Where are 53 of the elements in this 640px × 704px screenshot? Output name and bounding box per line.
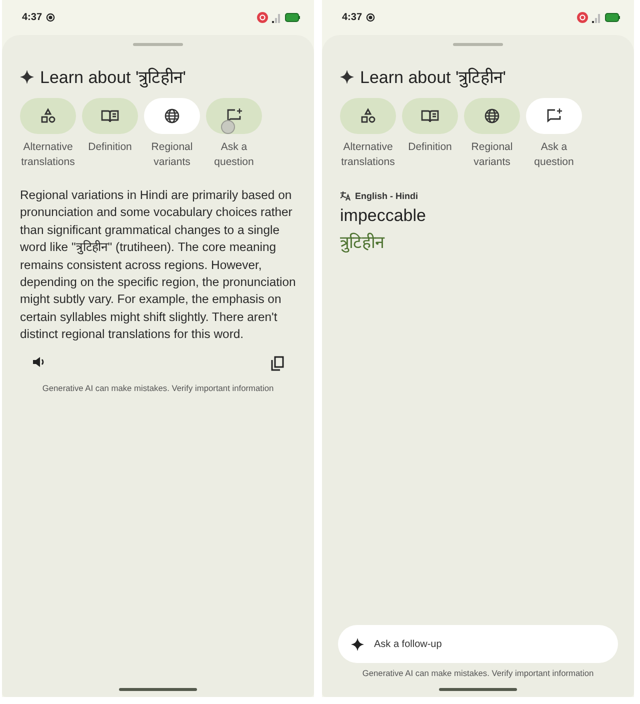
option-chip[interactable] (82, 98, 138, 134)
chip-label: Alternative translations (340, 140, 396, 170)
sparkle-icon (20, 70, 34, 84)
record-icon (366, 13, 376, 22)
status-time: 4:37 (342, 12, 362, 23)
source-word: impeccable (340, 206, 427, 226)
option-chip[interactable] (206, 98, 262, 134)
follow-up-field[interactable]: Ask a follow-up (338, 625, 618, 663)
navigation-bar-handle[interactable] (119, 688, 197, 691)
globe-icon (164, 108, 180, 124)
chip-label: Ask a question (213, 140, 255, 170)
book-icon (101, 109, 119, 123)
language-pair: English - Hindi (355, 191, 418, 201)
translated-word: त्रुटिहीन (340, 232, 386, 253)
copy-icon[interactable] (271, 356, 284, 371)
sparkle-icon (340, 70, 354, 84)
option-chip[interactable] (464, 98, 520, 134)
shapes-icon (360, 108, 376, 124)
option-chip[interactable] (340, 98, 396, 134)
status-time: 4:37 (22, 12, 42, 23)
book-icon (421, 109, 439, 123)
recording-icon (577, 12, 588, 23)
chip-label: Ask a question (533, 140, 575, 170)
drag-handle[interactable] (133, 43, 183, 46)
chat-icon (546, 108, 562, 124)
speaker-icon[interactable] (32, 356, 46, 368)
shapes-icon (40, 108, 56, 124)
sheet-title: Learn about 'त्रुटिहीन' (360, 66, 506, 88)
disclaimer-text: Generative AI can make mistakes. Verify important information (41, 382, 275, 393)
option-chip[interactable] (402, 98, 458, 134)
signal-icon (272, 12, 281, 22)
chip-label: Definition (407, 140, 453, 155)
answer-text: Regional variations in Hindi are primarily based on pronunciation and some vocabulary choices rather than significant grammatical changes to a single word like "त्रुटिहीन" (trutiheen). The core meaning remains consistent across regions. However, depending on the specific region, the pronunciation might subtly vary. For example, the emphasis on certain syllables might shift slightly. There aren't distinct regional translations for this word. (20, 187, 296, 344)
battery-icon (285, 13, 300, 22)
chip-label: Regional variants (150, 140, 194, 170)
chip-label: Definition (87, 140, 133, 155)
drag-handle[interactable] (453, 43, 503, 46)
option-chip[interactable] (526, 98, 582, 134)
recording-icon (257, 12, 268, 23)
signal-icon (592, 12, 601, 22)
touch-indicator (221, 120, 235, 134)
translate-icon (340, 191, 351, 201)
sheet-title: Learn about 'त्रुटिहीन' (40, 66, 186, 88)
battery-icon (605, 13, 620, 22)
chip-label: Alternative translations (20, 140, 76, 170)
sparkle-icon (351, 638, 364, 651)
option-chip[interactable] (20, 98, 76, 134)
globe-icon (484, 108, 500, 124)
disclaimer-text: Generative AI can make mistakes. Verify important information (361, 668, 595, 678)
chip-label: Regional variants (470, 140, 514, 170)
navigation-bar-handle[interactable] (439, 688, 517, 691)
record-icon (46, 13, 56, 22)
option-chip[interactable] (144, 98, 200, 134)
